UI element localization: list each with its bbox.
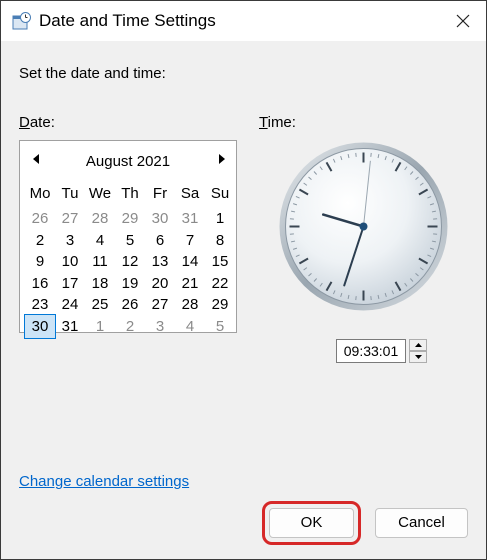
calendar-day[interactable]: 15 [205,250,235,273]
calendar-day[interactable]: 3 [55,229,85,252]
calendar-day[interactable]: 4 [85,229,115,252]
day-of-week-label: Th [121,185,139,202]
title-bar: Date and Time Settings [1,1,486,41]
calendar-day[interactable]: 30 [145,207,175,230]
calendar-day[interactable]: 27 [55,207,85,230]
calendar-day[interactable]: 24 [55,293,85,316]
calendar-day[interactable]: 25 [85,293,115,316]
calendar-day[interactable]: 29 [205,293,235,316]
change-calendar-settings-link[interactable]: Change calendar settings [19,473,189,490]
calendar-day[interactable]: 21 [175,272,205,295]
time-spinner[interactable] [409,339,427,363]
calendar-day[interactable]: 2 [25,229,55,252]
analog-clock [279,142,448,311]
calendar-day[interactable]: 9 [25,250,55,273]
calendar-day[interactable]: 14 [175,250,205,273]
calendar-day[interactable]: 19 [115,272,145,295]
calendar-day[interactable]: 12 [115,250,145,273]
time-label: Time: [259,114,296,131]
calendar-day[interactable]: 20 [145,272,175,295]
calendar-day[interactable]: 10 [55,250,85,273]
day-of-week-label: We [88,185,112,202]
close-icon [456,14,470,28]
calendar[interactable]: August 2021 Mo Tu We Th Fr Sa Su 26 27 28 29 30 31 1… [19,140,237,339]
date-time-dialog: Date and Time Settings Set the date and … [0,0,487,560]
calendar-day[interactable]: 1 [85,315,115,338]
day-of-week-label: Su [210,185,230,202]
month-label[interactable]: August 2021 [20,153,236,170]
day-of-week-label: Fr [152,185,168,202]
calendar-day[interactable]: 1 [205,207,235,230]
calendar-day[interactable]: 2 [115,315,145,338]
day-of-week-label: Tu [61,185,79,202]
intro-text: Set the date and time: [19,65,166,82]
calendar-day[interactable]: 29 [115,207,145,230]
calendar-day[interactable]: 28 [85,207,115,230]
calendar-day[interactable]: 16 [25,272,55,295]
close-button[interactable] [440,1,486,41]
clock-calendar-icon [12,12,31,30]
calendar-day[interactable]: 26 [25,207,55,230]
calendar-day-selected[interactable]: 30 [24,313,56,339]
calendar-day[interactable]: 23 [25,293,55,316]
chevron-right-icon [219,154,225,164]
date-label: Date: [19,114,55,131]
calendar-day[interactable]: 26 [115,293,145,316]
calendar-day[interactable]: 6 [145,229,175,252]
day-of-week-label: Sa [180,185,200,202]
cancel-button[interactable]: Cancel [375,508,468,538]
next-month-button[interactable] [214,151,230,167]
calendar-day[interactable]: 31 [175,207,205,230]
calendar-day[interactable]: 17 [55,272,85,295]
calendar-day[interactable]: 28 [175,293,205,316]
arrow-down-icon [414,355,422,359]
calendar-day[interactable]: 7 [175,229,205,252]
calendar-week-row: 16 17 18 19 20 21 22 [25,272,235,295]
calendar-day[interactable]: 27 [145,293,175,316]
calendar-day[interactable]: 31 [55,315,85,338]
clock-center [359,222,368,231]
day-of-week-label: Mo [29,185,51,202]
calendar-week-row: 30 31 1 2 3 4 5 [24,313,235,339]
calendar-week-row: 23 24 25 26 27 28 29 [25,293,235,316]
arrow-up-icon [414,343,422,347]
calendar-day[interactable]: 13 [145,250,175,273]
day-of-week-header: Mo Tu We Th Fr Sa Su [25,182,235,205]
calendar-day[interactable]: 3 [145,315,175,338]
calendar-day[interactable]: 22 [205,272,235,295]
calendar-day[interactable]: 18 [85,272,115,295]
calendar-week-row: 9 10 11 12 13 14 15 [25,250,235,273]
calendar-day[interactable]: 4 [175,315,205,338]
calendar-week-row: 2345678 [25,229,235,252]
calendar-day[interactable]: 11 [85,250,115,273]
calendar-day[interactable]: 5 [115,229,145,252]
window-title: Date and Time Settings [39,11,216,30]
ok-button[interactable]: OK [269,508,354,538]
time-increment-button[interactable] [409,339,427,351]
calendar-week-row: 26 27 28 29 30 31 1 [25,207,235,230]
calendar-day[interactable]: 8 [205,229,235,252]
time-decrement-button[interactable] [409,351,427,363]
calendar-day[interactable]: 5 [205,315,235,338]
time-input[interactable]: 09:33:01 [336,339,406,363]
